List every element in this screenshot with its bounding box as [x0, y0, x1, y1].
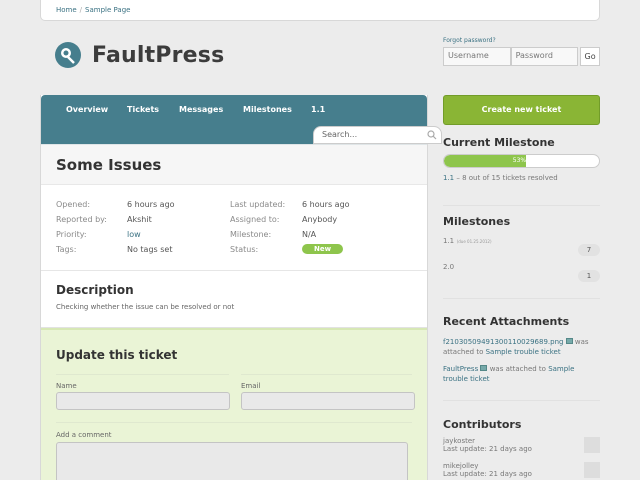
opened-label: Opened: — [56, 200, 91, 209]
tab-milestones[interactable]: Milestones — [243, 105, 292, 114]
search-input[interactable]: Search... — [313, 126, 442, 144]
attachment-item: f2103050949130011002​9689.png was attach… — [443, 337, 600, 357]
description-heading: Description — [56, 283, 134, 297]
attachments-heading: Recent Attachments — [443, 315, 570, 328]
tab-tickets[interactable]: Tickets — [127, 105, 159, 114]
tags-label: Tags: — [56, 245, 77, 254]
tab-version[interactable]: 1.1 — [311, 105, 325, 114]
login-go-button[interactable]: Go — [580, 47, 600, 66]
site-name: FaultPress — [92, 42, 225, 68]
ticket-panel: Overview Tickets Messages Milestones 1.1… — [40, 95, 442, 480]
contributors-heading: Contributors — [443, 418, 522, 431]
password-input[interactable]: Password — [510, 47, 579, 66]
current-milestone-widget: Current Milestone 53% 1.1 – 8 out of 15 … — [443, 136, 600, 182]
milestones-widget: Milestones 1.1 (due 01.25.2012) 7 2.0 1 — [443, 215, 600, 288]
milestone-item[interactable]: 1.1 (due 01.25.2012) 7 — [443, 236, 600, 262]
attachments-widget: Recent Attachments f2103050949130011002​… — [443, 315, 600, 384]
milestone-summary: – 8 out of 15 tickets resolved — [456, 174, 558, 182]
priority-label: Priority: — [56, 230, 87, 239]
attachment-text: was attached to — [489, 365, 546, 373]
milestone-progress-bar: 53% — [443, 154, 600, 168]
create-ticket-button[interactable]: Create new ticket — [443, 95, 600, 125]
name-input[interactable] — [56, 392, 230, 410]
assigned-value: Anybody — [302, 215, 338, 224]
tags-value: No tags set — [127, 245, 173, 254]
search-placeholder: Search... — [322, 130, 358, 139]
form-divider — [56, 374, 229, 375]
ticket-properties: Opened: 6 hours ago Reported by: Akshit … — [41, 185, 427, 271]
tab-overview[interactable]: Overview — [66, 105, 108, 114]
breadcrumb-current-link[interactable]: Sample Page — [85, 6, 130, 14]
breadcrumb: Home / Sample Page — [40, 0, 600, 21]
progress-percent: 53% — [512, 157, 527, 164]
email-label: Email — [241, 382, 261, 390]
contributor-item[interactable]: mikejolley Last update: 21 days ago — [443, 462, 600, 480]
sidebar-divider — [443, 205, 600, 206]
fault-logo-icon — [55, 42, 81, 68]
contributor-item[interactable]: jaykoster Last update: 21 days ago — [443, 437, 600, 462]
attachment-item: FaultPress was attached to Sample troubl… — [443, 364, 600, 384]
milestone-count: 1 — [578, 270, 600, 282]
updated-label: Last updated: — [230, 200, 286, 209]
status-badge: New — [302, 244, 344, 254]
comment-textarea[interactable] — [56, 442, 408, 480]
progress-fill: 53% — [444, 155, 527, 167]
attachment-file-link[interactable]: FaultPress — [443, 365, 478, 373]
milestone-count: 7 — [578, 244, 600, 256]
contributor-name: mikejolley — [443, 462, 479, 470]
milestone-due: (due 01.25.2012) — [456, 239, 492, 244]
name-label: Name — [56, 382, 77, 390]
ticket-title: Some Issues — [56, 156, 162, 174]
contributor-update: Last update: 21 days ago — [443, 445, 532, 453]
search-icon[interactable] — [427, 130, 437, 140]
description-section: Description Checking whether the issue c… — [41, 271, 427, 328]
milestone-name: 1.1 — [443, 237, 455, 245]
ticket-nav: Overview Tickets Messages Milestones 1.1… — [41, 95, 442, 145]
avatar — [584, 462, 600, 478]
sidebar-divider — [443, 298, 600, 299]
forgot-password-link[interactable]: Forgot password? — [443, 37, 600, 44]
current-milestone-heading: Current Milestone — [443, 136, 555, 149]
comment-label: Add a comment — [56, 431, 112, 439]
image-icon — [480, 365, 488, 371]
site-logo[interactable]: FaultPress — [54, 41, 224, 69]
username-input[interactable]: Username — [443, 47, 511, 66]
priority-value[interactable]: low — [127, 230, 141, 239]
ticket-header: Some Issues — [41, 145, 427, 185]
milestone-name: 2.0 — [443, 263, 455, 271]
update-ticket-form: Update this ticket Name Email Add a comm… — [41, 328, 427, 480]
milestones-heading: Milestones — [443, 215, 511, 228]
attachment-file-link[interactable]: f2103050949130011002​9689.png — [443, 338, 563, 346]
current-milestone-link[interactable]: 1.1 — [443, 174, 454, 182]
breadcrumb-home-link[interactable]: Home — [56, 6, 77, 14]
contributors-widget: Contributors jaykoster Last update: 21 d… — [443, 418, 600, 480]
tab-messages[interactable]: Messages — [179, 105, 223, 114]
milestone-label: Milestone: — [230, 230, 272, 239]
update-heading: Update this ticket — [56, 348, 178, 362]
image-icon — [565, 338, 573, 344]
assigned-label: Assigned to: — [230, 215, 280, 224]
breadcrumb-separator: / — [79, 6, 83, 14]
description-text: Checking whether the issue can be resolv… — [56, 303, 235, 311]
email-input[interactable] — [241, 392, 415, 410]
form-divider — [56, 422, 412, 423]
sidebar-divider — [443, 400, 600, 401]
status-label: Status: — [230, 245, 259, 254]
contributor-name: jaykoster — [443, 437, 476, 445]
opened-value: 6 hours ago — [127, 200, 175, 209]
avatar — [584, 437, 600, 453]
attachment-target-link[interactable]: Sample trouble ticket — [486, 348, 561, 356]
milestone-value: N/A — [302, 230, 317, 239]
reported-label: Reported by: — [56, 215, 107, 224]
login-form: Forgot password? Username Password Go — [443, 37, 600, 66]
reported-value: Akshit — [127, 215, 152, 224]
form-divider — [241, 374, 412, 375]
updated-value: 6 hours ago — [302, 200, 350, 209]
contributor-update: Last update: 21 days ago — [443, 470, 532, 478]
milestone-item[interactable]: 2.0 1 — [443, 262, 600, 288]
